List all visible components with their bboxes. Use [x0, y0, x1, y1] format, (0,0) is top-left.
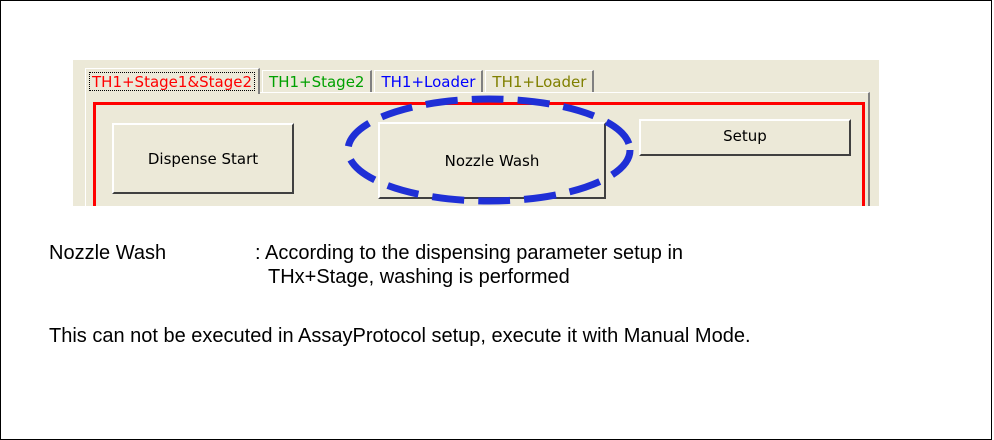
- tab-th1-stage1-stage2[interactable]: TH1+Stage1&Stage2: [85, 68, 261, 94]
- nozzle-wash-button[interactable]: Nozzle Wash: [378, 122, 606, 199]
- tab-th1-stage2[interactable]: TH1+Stage2: [262, 70, 373, 92]
- tab-strip: TH1+Stage1&Stage2 TH1+Stage2 TH1+Loader …: [85, 68, 596, 94]
- description-term: Nozzle Wash: [49, 242, 167, 264]
- setup-button[interactable]: Setup: [639, 119, 851, 156]
- tab-label: TH1+Loader: [492, 72, 587, 91]
- description-note: This can not be executed in AssayProtoco…: [49, 325, 751, 347]
- tab-label: TH1+Stage1&Stage2: [92, 72, 253, 91]
- dispense-tab-panel-screenshot: TH1+Stage1&Stage2 TH1+Stage2 TH1+Loader …: [73, 60, 879, 206]
- description-definition-line1: : According to the dispensing parameter …: [255, 242, 684, 264]
- description-definition-line2: THx+Stage, washing is performed: [268, 266, 570, 288]
- tab-label: TH1+Loader: [381, 72, 476, 91]
- tab-th1-loader-2[interactable]: TH1+Loader: [485, 70, 595, 92]
- tab-th1-loader-1[interactable]: TH1+Loader: [374, 70, 484, 92]
- tab-label: TH1+Stage2: [269, 72, 365, 91]
- dispense-start-button[interactable]: Dispense Start: [112, 123, 294, 194]
